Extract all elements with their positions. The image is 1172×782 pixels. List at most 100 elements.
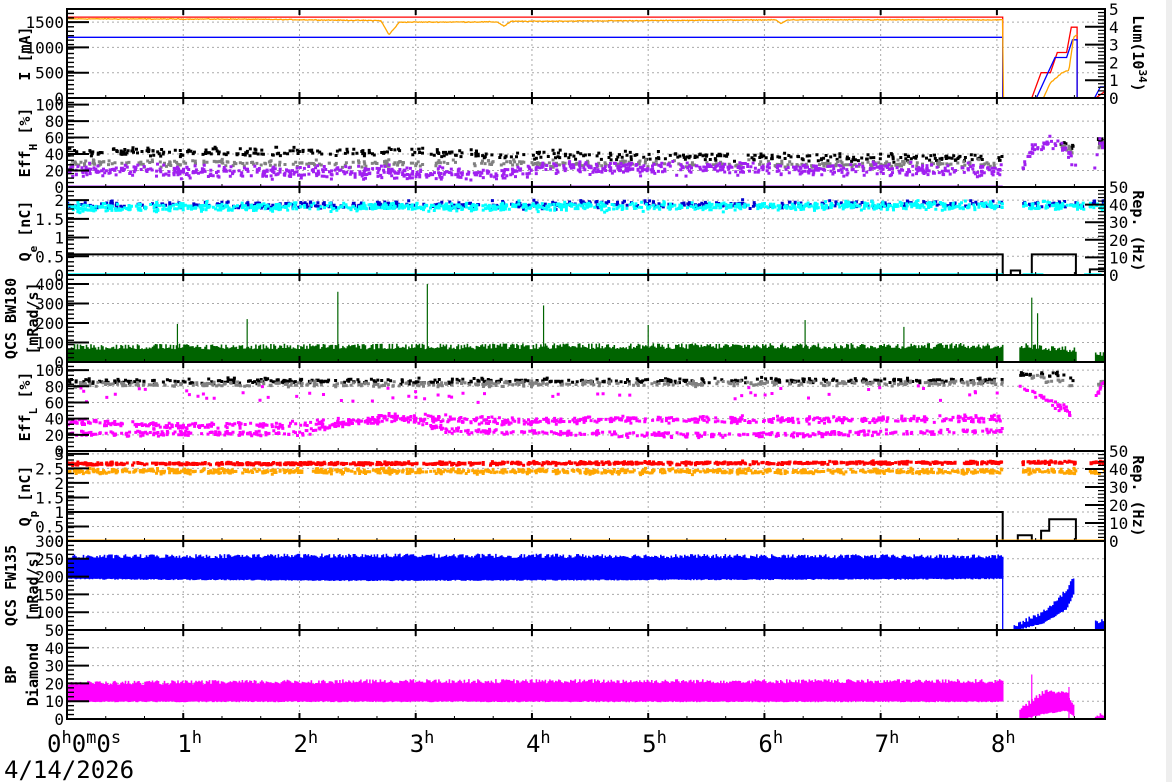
y-tick-label: 80 — [45, 377, 64, 396]
series-band-magenta — [1019, 689, 1075, 719]
x-tick-label: 6h — [758, 728, 783, 758]
series-band-magenta — [67, 679, 1004, 703]
y-axis-label-text: [mRad/s] — [24, 282, 42, 354]
right-axis-label-text: Lum(10 — [1129, 15, 1147, 69]
right-axis-label-end: ) — [1129, 83, 1147, 92]
x-tick-unit: h — [773, 728, 783, 748]
x-tick-unit: h — [540, 728, 550, 748]
x-tick-number: 3 — [410, 730, 424, 758]
y-axis-label-text: I [mA] — [16, 26, 34, 80]
x-tick-unit: s — [111, 728, 121, 748]
panel-effl: 020406080100EffL [%] — [16, 361, 1106, 461]
x-tick-label: 3h — [410, 728, 435, 758]
scatter-points-purple — [1021, 134, 1078, 171]
y-tick-label: 1.5 — [35, 210, 64, 229]
series-group — [67, 370, 1105, 440]
x-tick-label: 2h — [293, 728, 318, 758]
right-y-tick-label: 4 — [1109, 18, 1119, 37]
y-axis-label: [mRad/s] — [24, 282, 42, 354]
x-tick-number: 8 — [991, 730, 1005, 758]
x-tick-unit: h — [424, 728, 434, 748]
x-tick-number: 5 — [642, 730, 656, 758]
y-tick-label: 80 — [45, 112, 64, 131]
right-y-tick-label: 30 — [1109, 478, 1128, 497]
panel-current: 050010001500I [mA]012345Lum(1034) — [16, 0, 1150, 108]
y-tick-label: 40 — [45, 145, 64, 164]
x-tick-number: 6 — [758, 730, 772, 758]
series-line-rep-rate — [67, 253, 1105, 275]
date-label: 4/14/2026 — [4, 756, 134, 782]
series-group — [67, 553, 1105, 630]
right-y-tick-label: 40 — [1109, 460, 1128, 479]
x-tick-number: 4 — [526, 730, 540, 758]
x-tick-label: 4h — [526, 728, 551, 758]
panel-qe: 00.511.52Qe [nC]01020304050Rep. (Hz) — [16, 178, 1147, 285]
right-y-tick-label: 30 — [1109, 213, 1128, 232]
x-tick-unit: h — [192, 728, 202, 748]
right-y-tick-label: 2 — [1109, 53, 1119, 72]
series-band-green — [1019, 343, 1077, 362]
right-y-tick-label: 3 — [1109, 36, 1119, 55]
y-axis-label-subscript: H — [27, 144, 40, 151]
x-tick-number: 0 — [96, 730, 110, 758]
x-tick-unit: h — [308, 728, 318, 748]
y-axis-label-unit: [%] — [16, 108, 34, 144]
y-tick-label: 500 — [35, 64, 64, 83]
y-axis-label-text: Q — [16, 517, 34, 526]
series-group — [67, 134, 1105, 187]
right-y-tick-label: 0 — [1109, 266, 1119, 285]
y-tick-label: 300 — [35, 532, 64, 551]
right-axis-label-text: Rep. (Hz) — [1129, 190, 1147, 271]
right-axis-label: Rep. (Hz) — [1129, 455, 1147, 536]
y-tick-label: 100 — [35, 96, 64, 115]
y-tick-label: 20 — [45, 426, 64, 445]
right-y-tick-label: 10 — [1109, 248, 1128, 267]
y-axis-label: EffH [%] — [16, 108, 40, 178]
y-axis-label-text: [mRad/s] — [24, 549, 42, 621]
y-axis-label-text: Q — [16, 252, 34, 261]
y-tick-label: 40 — [45, 639, 64, 658]
series-line-orange — [67, 17, 1078, 98]
y-axis-label-text: QCS BW180 — [2, 278, 20, 359]
y-tick-label: 3 — [54, 445, 64, 464]
y-axis-label: [mRad/s] — [24, 549, 42, 621]
y-axis-label-unit: [nC] — [16, 466, 34, 511]
y-axis-label-unit: [%] — [16, 372, 34, 408]
x-tick-label: 1h — [177, 728, 202, 758]
scatter-points-red — [1021, 459, 1077, 467]
y-axis-label: QCS FW135 — [2, 545, 20, 626]
y-axis-label: Diamond — [24, 643, 42, 706]
panel-effh: 020406080100EffH [%] — [16, 96, 1106, 197]
x-tick-label: 8h — [991, 728, 1016, 758]
y-tick-label: 60 — [45, 129, 64, 148]
right-y-tick-label: 5 — [1109, 0, 1119, 19]
right-axis-label: Rep. (Hz) — [1129, 190, 1147, 271]
right-y-tick-label: 0 — [1109, 532, 1119, 551]
series-group — [67, 674, 1105, 719]
x-tick-number: 2 — [293, 730, 307, 758]
y-tick-label: 2 — [54, 191, 64, 210]
right-axis-label-superscript: 34 — [1137, 69, 1150, 83]
scatter-points-cyan — [1088, 201, 1105, 212]
y-axis-label-text: BP — [2, 665, 20, 683]
panel-qcs-bw180: 0100200300400QCS BW180 [mRad/s] — [2, 274, 1106, 372]
x-tick-unit: h — [657, 728, 667, 748]
series-band-blue — [1013, 578, 1075, 630]
y-tick-label: 40 — [45, 410, 64, 429]
x-tick-unit: h — [889, 728, 899, 748]
x-tick-label: 5h — [642, 728, 667, 758]
x-tick-unit: m — [86, 728, 96, 748]
y-axis-label-text: QCS FW135 — [2, 545, 20, 626]
scatter-points-red — [1089, 459, 1105, 466]
right-axis-label-text: Rep. (Hz) — [1129, 455, 1147, 536]
x-tick-unit: h — [61, 728, 71, 748]
x-tick-number: 0 — [72, 730, 86, 758]
x-tick-number: 1 — [177, 730, 191, 758]
series-band-green — [67, 343, 1004, 362]
y-tick-label: 10 — [45, 692, 64, 711]
x-tick-number: 7 — [875, 730, 889, 758]
right-y-tick-label: 50 — [1109, 178, 1128, 197]
series-group — [67, 16, 1105, 98]
y-axis-label-text: Eff — [16, 150, 34, 177]
panel-qcs-fw135: 50100150200250300QCS FW135 [mRad/s] — [2, 532, 1106, 640]
